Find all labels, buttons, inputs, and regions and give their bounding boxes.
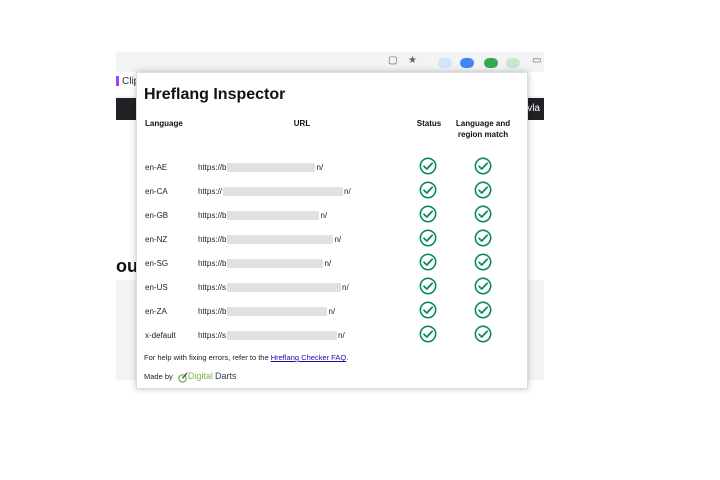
row-language: en-GB: [145, 211, 169, 220]
row-url[interactable]: https://s n/: [198, 283, 349, 293]
extension-icon[interactable]: [438, 58, 452, 68]
extension-icon[interactable]: [460, 58, 474, 68]
menu-icon[interactable]: ▭: [532, 56, 542, 66]
extension-icon[interactable]: [484, 58, 498, 68]
column-header-status: Status: [416, 119, 442, 128]
table-row: x-default https://s n/: [137, 325, 527, 351]
redacted-url-segment: [227, 163, 316, 173]
table-row: en-GB https://b n/: [137, 205, 527, 231]
status-check-icon: [419, 301, 437, 319]
row-url[interactable]: https://b n/: [198, 163, 323, 173]
table-row: en-AE https://b n/: [137, 157, 527, 183]
help-text: For help with fixing errors, refer to th…: [144, 353, 349, 362]
bookmark-favicon-icon: [116, 76, 119, 87]
redacted-url-segment: [227, 235, 334, 245]
redacted-url-segment: [227, 211, 320, 221]
match-check-icon: [474, 253, 492, 271]
match-check-icon: [474, 301, 492, 319]
row-url[interactable]: https://b n/: [198, 235, 341, 245]
digital-darts-logo-icon: [178, 372, 188, 383]
table-row: en-NZ https://b n/: [137, 229, 527, 255]
page-heading: ou: [116, 256, 138, 276]
redacted-url-segment: [227, 283, 342, 293]
table-row: en-US https://s n/: [137, 277, 527, 303]
status-check-icon: [419, 157, 437, 175]
row-url[interactable]: https://b n/: [198, 259, 331, 269]
table-row: en-CA https://n/: [137, 181, 527, 207]
match-check-icon: [474, 277, 492, 295]
status-check-icon: [419, 205, 437, 223]
column-header-match: Language and region match: [455, 119, 511, 139]
table-row: en-ZA https://b n/: [137, 301, 527, 327]
row-language: en-SG: [145, 259, 169, 268]
column-header-url: URL: [293, 119, 311, 128]
status-check-icon: [419, 229, 437, 247]
match-check-icon: [474, 325, 492, 343]
status-check-icon: [419, 181, 437, 199]
cast-icon[interactable]: ▢: [388, 56, 398, 66]
redacted-url-segment: [227, 331, 338, 341]
header-text: vla: [527, 103, 540, 114]
row-url[interactable]: https://b n/: [198, 211, 327, 221]
row-language: x-default: [145, 331, 176, 340]
column-header-language: Language: [145, 119, 183, 128]
redacted-url-segment: [227, 307, 328, 317]
redacted-url-segment: [223, 187, 344, 197]
row-url[interactable]: https://b n/: [198, 307, 335, 317]
status-check-icon: [419, 325, 437, 343]
match-check-icon: [474, 181, 492, 199]
row-language: en-ZA: [145, 307, 167, 316]
match-check-icon: [474, 157, 492, 175]
row-language: en-CA: [145, 187, 168, 196]
table-row: en-SG https://b n/: [137, 253, 527, 279]
row-language: en-NZ: [145, 235, 168, 244]
match-check-icon: [474, 205, 492, 223]
status-check-icon: [419, 253, 437, 271]
browser-toolbar: ▢ ★ ▭: [116, 52, 544, 72]
faq-link[interactable]: Hreflang Checker FAQ: [271, 353, 346, 362]
redacted-url-segment: [227, 259, 324, 269]
popup-title: Hreflang Inspector: [144, 86, 286, 103]
hreflang-inspector-popup: Hreflang Inspector Language URL Status L…: [136, 72, 528, 389]
row-url[interactable]: https://n/: [198, 187, 351, 197]
row-language: en-AE: [145, 163, 168, 172]
row-url[interactable]: https://s n/: [198, 331, 345, 341]
status-check-icon: [419, 277, 437, 295]
row-language: en-US: [145, 283, 168, 292]
made-by: Made by Digital Darts: [144, 371, 237, 383]
match-check-icon: [474, 229, 492, 247]
bookmark-icon[interactable]: ★: [408, 56, 418, 66]
digital-darts-brand[interactable]: Digital Darts: [177, 371, 237, 383]
hreflang-extension-icon[interactable]: [506, 58, 520, 68]
